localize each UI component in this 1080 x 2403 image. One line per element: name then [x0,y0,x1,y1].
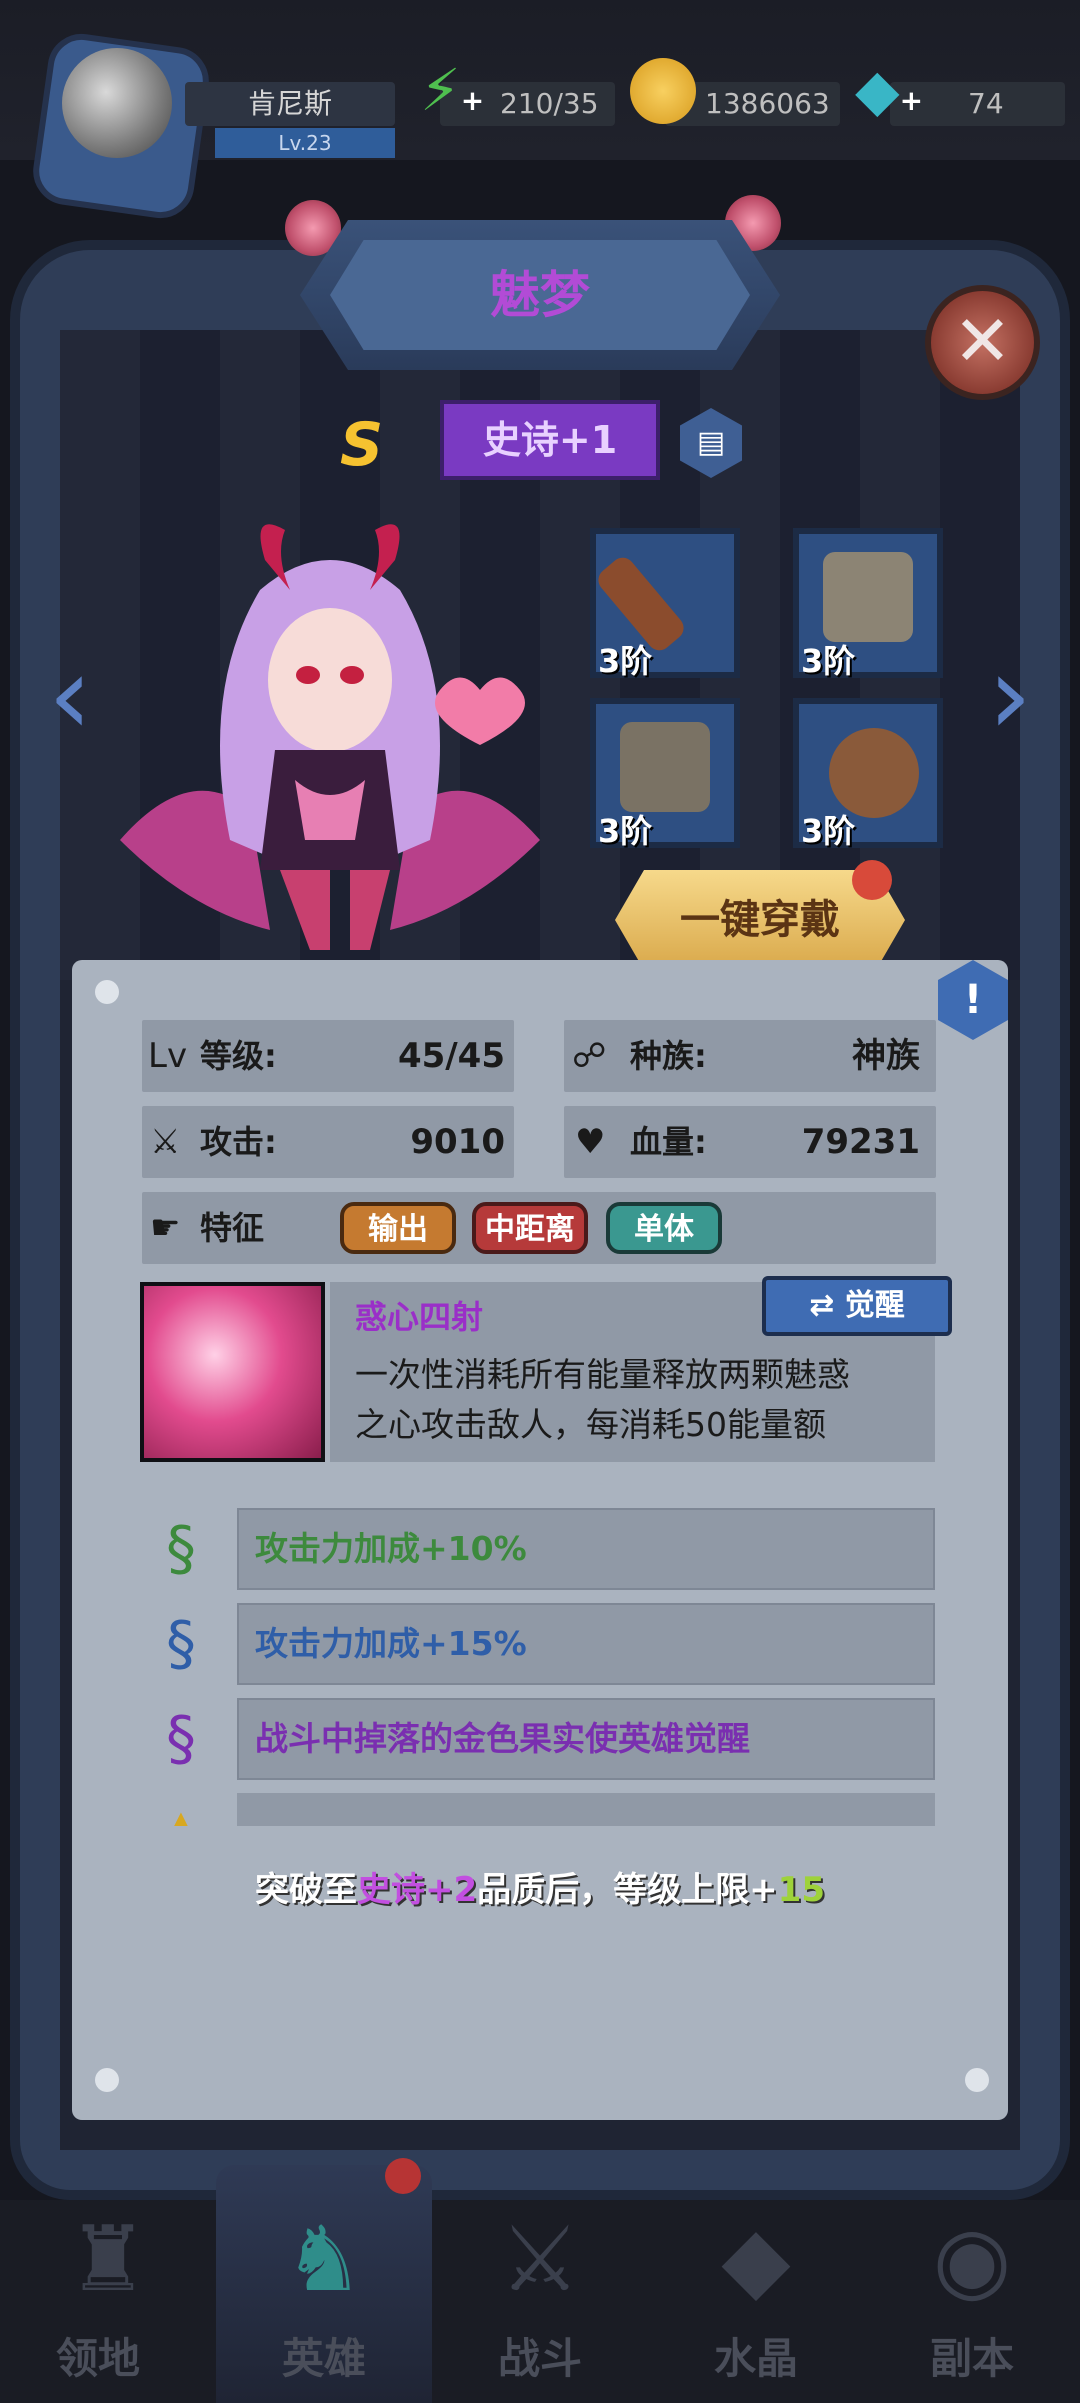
notification-dot [385,2158,421,2194]
gem-value: 74 [968,87,1004,120]
gold-value: 1386063 [705,87,830,120]
equip-slot-1[interactable]: 3阶 [590,528,740,680]
close-icon: ✕ [953,300,1012,382]
helmet-icon [62,48,172,158]
gold-coin-icon[interactable] [630,58,696,124]
bonus-text: 攻击力加成+15% [255,1624,527,1663]
prev-hero-arrow-icon[interactable]: ‹ [40,630,100,760]
skill-description-line: 一次性消耗所有能量释放两颗魅惑 [355,1355,850,1394]
level-label: 等级: [200,1037,277,1075]
race-value: 神族 [852,1036,920,1076]
nav-territory[interactable]: ♜ 领地 [0,2200,216,2403]
rivet-icon [965,2068,989,2092]
nav-crystal[interactable]: ◆ 水晶 [648,2200,864,2403]
equip-tier: 3阶 [598,642,653,680]
rarity-label: 史诗+1 [482,418,618,462]
nav-label: 副本 [929,2334,1014,2383]
bonus-text: 战斗中掉落的金色果实使英雄觉醒 [255,1719,750,1758]
traits-label: 特征 [200,1209,265,1247]
diamond-icon[interactable]: ◆+ [855,60,923,131]
equip-slot-4[interactable]: 3阶 [793,698,943,850]
rivet-icon [95,980,119,1004]
gold-rune-icon: ▲ [150,1790,212,1826]
level-value: 45/45 [397,1036,505,1076]
sword-icon: ⚔ [150,1122,181,1162]
skill-icon[interactable] [140,1282,325,1462]
bonus-row-partial [237,1793,935,1826]
nav-battle[interactable]: ⚔ 战斗 [432,2200,648,2403]
skill-description-line: 之心攻击敌人，每消耗50能量额 [355,1405,826,1444]
equip-slot-2[interactable]: 3阶 [793,528,943,680]
breakthrough-bonus: 15 [777,1870,825,1910]
attack-label: 攻击: [200,1123,277,1161]
equip-tier: 3阶 [801,812,856,850]
blue-rune-icon: § [166,1609,196,1679]
nav-label: 战斗 [497,2334,582,2383]
lightning-icon[interactable]: ⚡+ [420,60,484,131]
pants-icon [620,722,710,812]
skill-description: 一次性消耗所有能量释放两颗魅惑 之心攻击敌人，每消耗50能量额 [355,1350,915,1450]
trait-tag: 单体 [606,1202,722,1254]
purple-rune-icon: § [166,1704,196,1774]
hero-icon: ♞ [283,2207,365,2312]
equip-tier: 3阶 [598,812,653,850]
equip-tier: 3阶 [801,642,856,680]
dungeon-icon: ◉ [932,2207,1012,2312]
race-icon: ☍ [572,1036,607,1076]
hp-value: 79231 [801,1122,920,1162]
swap-icon: ⇄ [809,1288,845,1323]
breakthrough-rarity: 史诗+2 [357,1870,478,1910]
heart-icon: ♥ [575,1122,606,1162]
battle-icon: ⚔ [499,2207,581,2312]
bonus-text: 攻击力加成+10% [255,1529,527,1568]
grade-badge: S [340,410,384,480]
level-icon: Lv [148,1036,188,1076]
crystal-icon: ◆ [721,2207,791,2312]
amulet-icon [829,728,919,818]
hand-icon: ☛ [150,1208,181,1248]
hero-portrait [120,524,540,950]
nav-label: 水晶 [713,2334,798,2383]
armor-icon [823,552,913,642]
next-hero-arrow-icon[interactable]: › [980,630,1040,760]
breakthrough-text: 突破至史诗+2品质后，等级上限+15 [72,1862,1008,1911]
close-button[interactable]: ✕ [925,285,1040,400]
awaken-button[interactable]: ⇄ 觉醒 [762,1276,952,1336]
awaken-label: 觉醒 [844,1288,905,1323]
rivet-icon [95,2068,119,2092]
notification-dot [852,860,892,900]
player-level: Lv.23 [278,131,332,155]
hp-label: 血量: [630,1123,707,1161]
hero-name: 魅梦 [490,266,590,324]
nav-label: 领地 [55,2334,140,2383]
trait-tag: 中距离 [472,1202,588,1254]
breakthrough-middle: 品质后，等级上限+ [477,1870,778,1910]
nav-hero[interactable]: ♞ 英雄 [216,2200,432,2403]
attack-value: 9010 [410,1122,505,1162]
breakthrough-prefix: 突破至 [255,1870,357,1910]
trait-tag: 输出 [340,1202,456,1254]
nav-label: 英雄 [281,2334,366,2383]
skill-name: 惑心四射 [355,1298,484,1336]
stamina-value: 210/35 [500,87,599,120]
player-name: 肯尼斯 [247,87,332,120]
equip-slot-3[interactable]: 3阶 [590,698,740,850]
castle-icon: ♜ [67,2207,149,2312]
green-rune-icon: § [166,1514,196,1584]
nav-dungeon[interactable]: ◉ 副本 [864,2200,1080,2403]
race-label: 种族: [630,1037,707,1075]
